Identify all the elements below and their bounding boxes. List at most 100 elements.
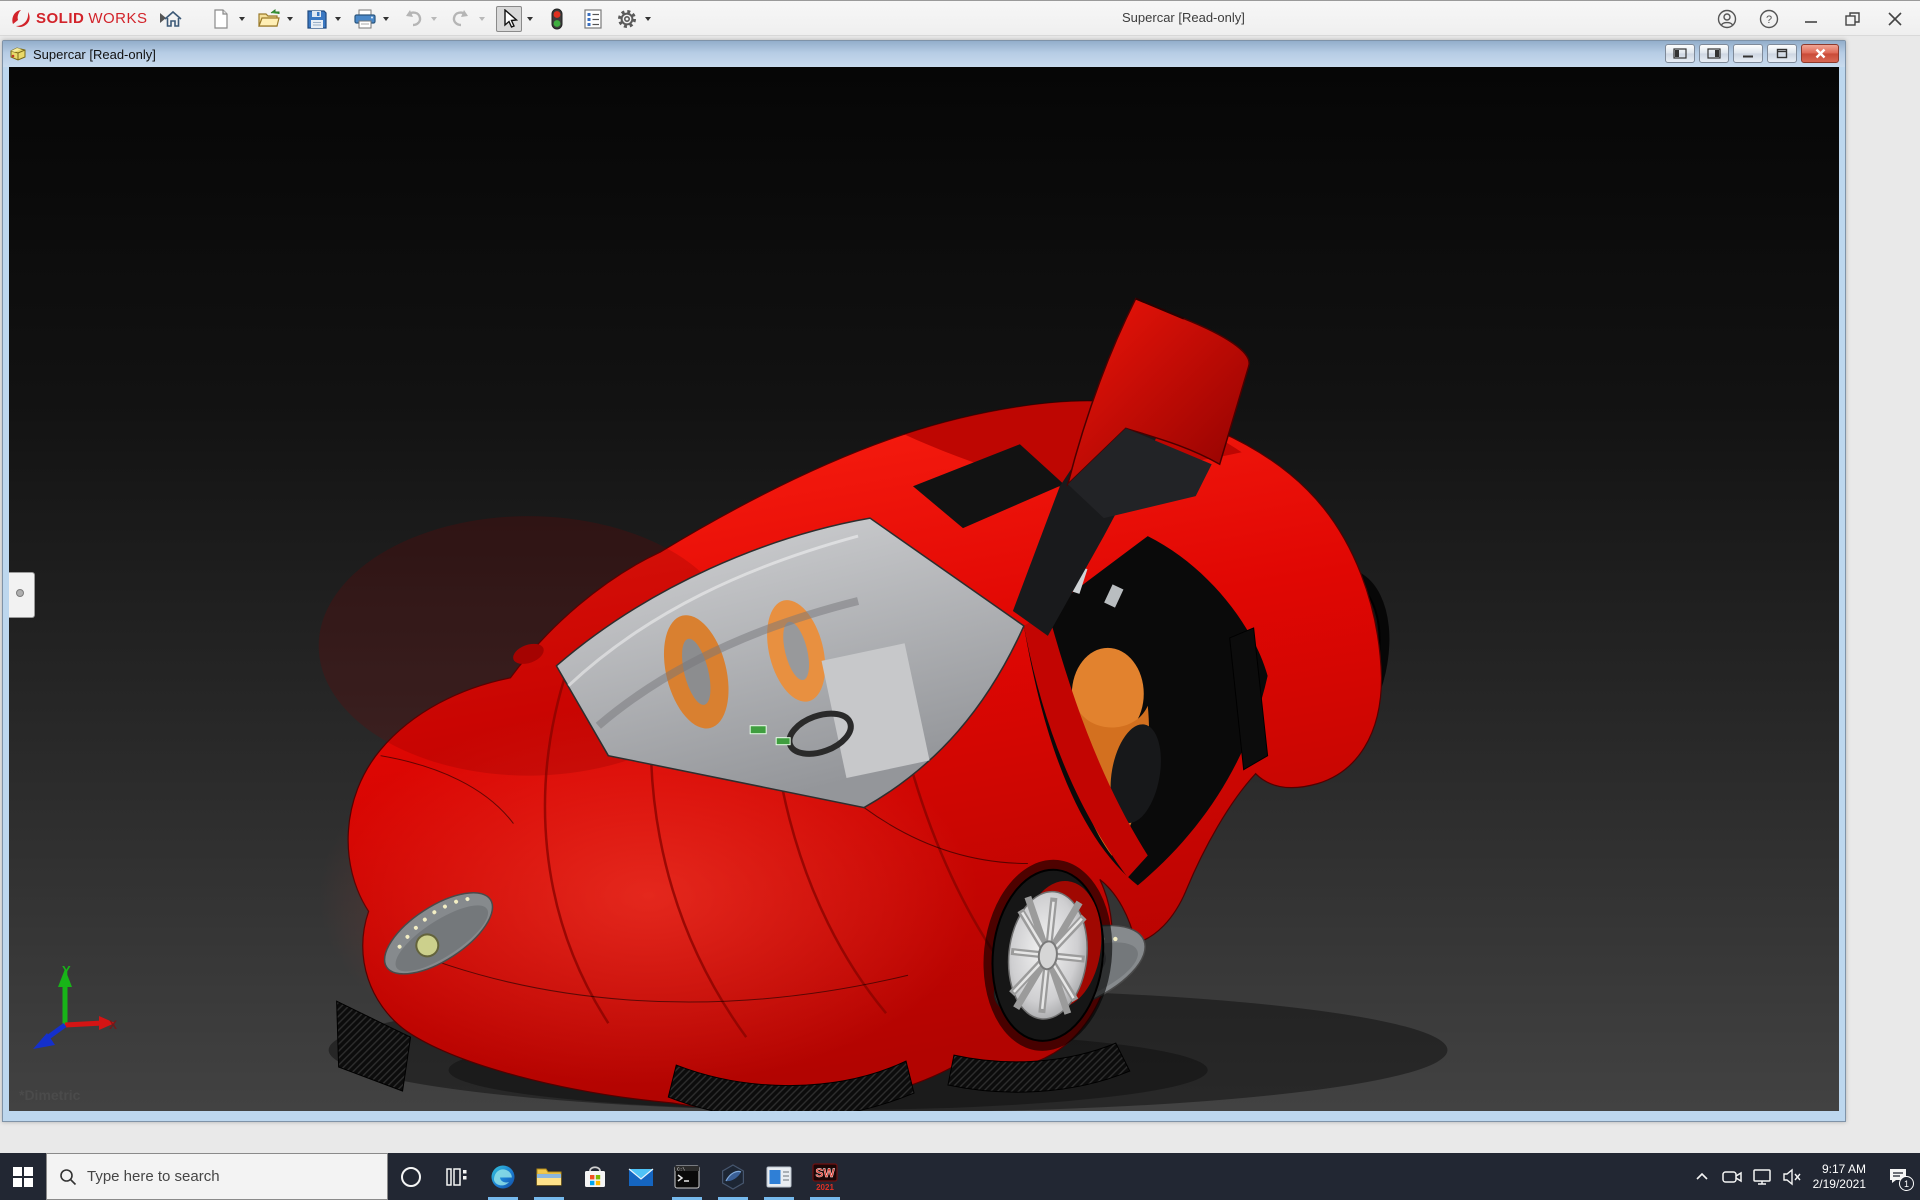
window-controls: ? xyxy=(1710,1,1912,37)
file-explorer-icon xyxy=(536,1168,562,1185)
taskbar-app-3dexperience[interactable] xyxy=(710,1153,756,1200)
store-icon xyxy=(585,1165,605,1187)
taskbar-app-news-window[interactable] xyxy=(756,1153,802,1200)
tray-volume-muted[interactable] xyxy=(1777,1153,1807,1200)
restore-icon xyxy=(1845,12,1860,26)
options-dropdown[interactable] xyxy=(642,6,654,32)
undo-button[interactable] xyxy=(400,6,426,32)
taskbar-app-command-prompt[interactable]: C:\ xyxy=(664,1153,710,1200)
new-document-icon xyxy=(214,9,228,29)
tray-meet-now[interactable] xyxy=(1717,1153,1747,1200)
select-tool-button[interactable] xyxy=(496,6,522,32)
taskbar-app-file-explorer[interactable] xyxy=(526,1153,572,1200)
search-input[interactable] xyxy=(87,1168,357,1185)
command-prompt-icon: C:\ xyxy=(674,1165,700,1188)
taskbar-search[interactable] xyxy=(46,1153,388,1200)
open-dropdown[interactable] xyxy=(284,6,296,32)
solidworks-logo: SOLID WORKS xyxy=(10,8,166,28)
cmd-titlebar-label: C:\ xyxy=(677,1166,685,1172)
file-properties-icon xyxy=(584,9,602,29)
windows-start-icon xyxy=(13,1166,33,1187)
brand-text-bold: SOLID xyxy=(36,9,85,27)
doc-pane-right-button[interactable] xyxy=(1699,44,1729,63)
document-title: Supercar [Read-only] xyxy=(33,46,156,62)
doc-restore-button[interactable] xyxy=(1767,44,1797,63)
rebuild-traffic-light-icon xyxy=(551,8,563,30)
options-gear-icon xyxy=(618,10,636,28)
quick-access-toolbar xyxy=(160,1,660,37)
tray-show-hidden-icons[interactable] xyxy=(1687,1153,1717,1200)
view-orientation-label: *Dimetric xyxy=(19,1087,81,1103)
help-button[interactable]: ? xyxy=(1752,4,1786,34)
tray-clock[interactable]: 9:17 AM 2/19/2021 xyxy=(1807,1162,1876,1192)
home-icon xyxy=(164,10,182,27)
undo-dropdown[interactable] xyxy=(428,6,440,32)
tray-network[interactable] xyxy=(1747,1153,1777,1200)
file-properties-button[interactable] xyxy=(580,6,606,32)
close-button[interactable] xyxy=(1878,4,1912,34)
graphics-viewport[interactable]: Y X *Dimetric xyxy=(9,67,1839,1111)
action-center-button[interactable]: 1 xyxy=(1876,1153,1920,1200)
app-titlebar: SOLID WORKS Supercar [Read-only] ? xyxy=(0,0,1920,36)
minimize-icon xyxy=(1805,21,1817,23)
open-button[interactable] xyxy=(256,6,282,32)
doc-minimize-button[interactable] xyxy=(1733,44,1763,63)
save-button[interactable] xyxy=(304,6,330,32)
meet-now-camera-icon xyxy=(1721,1170,1742,1183)
account-icon xyxy=(1717,9,1737,29)
new-document-button[interactable] xyxy=(208,6,234,32)
close-icon xyxy=(1888,12,1902,26)
print-button[interactable] xyxy=(352,6,378,32)
print-dropdown[interactable] xyxy=(380,6,392,32)
select-cursor-icon xyxy=(504,9,518,28)
account-button[interactable] xyxy=(1710,4,1744,34)
document-window: Supercar [Read-only] Y X *Dimetric xyxy=(2,40,1846,1122)
restore-button[interactable] xyxy=(1836,4,1870,34)
taskbar-app-store[interactable] xyxy=(572,1153,618,1200)
cortana-icon xyxy=(401,1166,421,1187)
triad-y-label: Y xyxy=(62,963,71,978)
home-button[interactable] xyxy=(160,6,186,32)
options-button[interactable] xyxy=(614,6,640,32)
sw-year: 2021 xyxy=(816,1183,834,1192)
edge-icon xyxy=(491,1165,515,1188)
supercar-3d-model[interactable] xyxy=(9,67,1839,1111)
3dexperience-hexagon-icon xyxy=(722,1163,744,1190)
open-folder-icon xyxy=(258,9,280,27)
task-view-icon xyxy=(446,1167,467,1186)
taskbar-app-edge[interactable] xyxy=(480,1153,526,1200)
doc-minimize-icon xyxy=(1743,55,1753,58)
news-window-icon xyxy=(766,1166,792,1187)
save-dropdown[interactable] xyxy=(332,6,344,32)
minimize-button[interactable] xyxy=(1794,4,1828,34)
mail-icon xyxy=(628,1168,654,1186)
feature-panel-flyout-tab[interactable] xyxy=(9,572,35,618)
sw-letters: SW xyxy=(815,1166,835,1180)
cortana-button[interactable] xyxy=(388,1153,434,1200)
new-document-dropdown[interactable] xyxy=(236,6,248,32)
part-document-icon xyxy=(10,47,26,61)
orientation-triad: Y X xyxy=(33,963,117,1049)
ds-logo-icon xyxy=(12,10,30,27)
redo-icon xyxy=(452,10,468,27)
pane-left-icon xyxy=(1673,48,1687,59)
print-icon xyxy=(354,9,376,29)
document-titlebar[interactable]: Supercar [Read-only] xyxy=(3,41,1845,67)
doc-pane-left-button[interactable] xyxy=(1665,44,1695,63)
svg-text:?: ? xyxy=(1766,14,1772,26)
app-title: Supercar [Read-only] xyxy=(1122,10,1245,25)
task-view-button[interactable] xyxy=(434,1153,480,1200)
ethernet-network-icon xyxy=(1752,1168,1771,1185)
select-dropdown[interactable] xyxy=(524,6,536,32)
rebuild-button[interactable] xyxy=(544,6,570,32)
clock-time: 9:17 AM xyxy=(1821,1161,1866,1176)
undo-icon xyxy=(406,10,422,27)
doc-close-icon xyxy=(1815,48,1825,59)
doc-close-button[interactable] xyxy=(1801,44,1839,63)
taskbar-app-mail[interactable] xyxy=(618,1153,664,1200)
pane-right-icon xyxy=(1707,48,1721,59)
taskbar-app-solidworks-2021[interactable]: SW 2021 xyxy=(802,1153,848,1200)
redo-dropdown[interactable] xyxy=(476,6,488,32)
redo-button[interactable] xyxy=(448,6,474,32)
start-button[interactable] xyxy=(0,1153,46,1200)
